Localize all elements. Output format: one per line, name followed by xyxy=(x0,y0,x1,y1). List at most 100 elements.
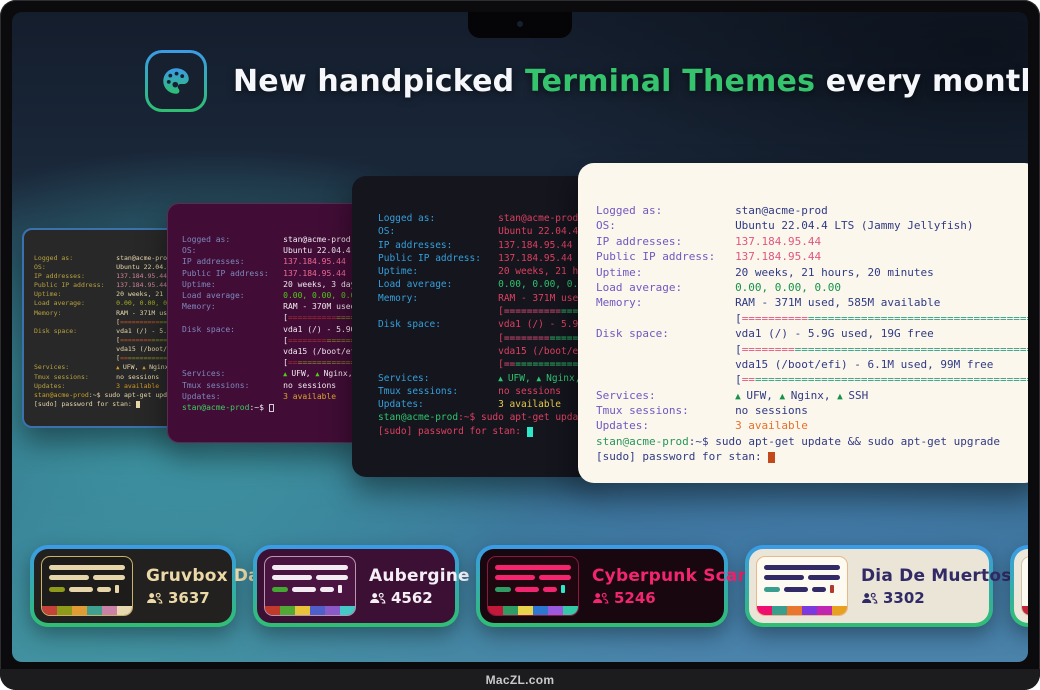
terminal-text-segment: 20 weeks, 21 hours, 20 minutes xyxy=(735,266,934,279)
theme-palette-strip xyxy=(265,606,355,615)
terminal-label: IP addresses: xyxy=(378,239,498,252)
terminal-text-segment: 3 available xyxy=(498,399,561,410)
terminal-text-segment: 137.184.95.44 xyxy=(498,253,572,264)
theme-card-cyberpunk-scarlet[interactable]: Cyberpunk Scarlet 5246 xyxy=(476,545,728,627)
terminal-label: Public IP address: xyxy=(378,252,498,265)
terminal-text-segment: [ xyxy=(735,312,742,325)
terminal-label: Services: xyxy=(378,372,498,385)
palette-strip-color xyxy=(72,606,87,615)
terminal-label: Tmux sessions: xyxy=(596,403,735,418)
terminal-text-segment: RAM - 371M used, 585M available xyxy=(735,296,940,309)
terminal-line: Load average:0.00, 0.00, 0.00 xyxy=(596,280,1028,295)
terminal-text-segment: stan@acme-prod xyxy=(283,235,350,244)
terminal-text-segment: 0.00, 0.00, 0.00 xyxy=(735,281,841,294)
terminal-line: Tmux sessions:no sessions xyxy=(378,385,594,398)
palette-strip-color xyxy=(757,606,772,615)
terminal-label: Updates: xyxy=(182,391,283,402)
terminal-line: vda15 (/boot/efi) - 6.1M used, 99M free xyxy=(34,345,180,354)
palette-strip-color xyxy=(518,606,533,615)
theme-card-aubergine[interactable]: Aubergine 4562 xyxy=(253,545,459,627)
terminal-line: Public IP address:137.184.95.44 xyxy=(182,268,362,279)
terminal-label: Updates: xyxy=(34,382,116,391)
terminal-line: IP addresses:137.184.95.44 xyxy=(378,239,594,252)
terminal-window-dark[interactable]: Logged as:stan@acme-prodOS:Ubuntu 22.04.… xyxy=(352,176,594,477)
palette-strip-color xyxy=(488,606,503,615)
palette-strip-color xyxy=(265,606,280,615)
terminal-label: Public IP address: xyxy=(596,249,735,264)
terminal-label: OS: xyxy=(34,263,116,272)
terminal-line: Uptime:20 weeks, 21 hours, 20 minutes xyxy=(596,265,1028,280)
page-title: New handpicked Terminal Themes every mon… xyxy=(233,64,1028,99)
terminal-line: OS:Ubuntu 22.04.4 LTS (Jammy Jellyfish) xyxy=(34,263,180,272)
terminal-text-segment: ======== xyxy=(288,336,327,345)
terminal-line: Logged as:stan@acme-prod xyxy=(182,234,362,245)
terminal-text-segment: no sessions xyxy=(498,386,561,397)
terminal-line: Logged as:stan@acme-prod xyxy=(378,212,594,225)
theme-thumbnail xyxy=(487,556,579,616)
terminal-label: Logged as: xyxy=(34,254,116,263)
title-part-accent: Terminal Themes xyxy=(525,64,815,99)
terminal-line: OS:Ubuntu 22.04.4 LTS (Jammy Jellyfish) xyxy=(378,225,594,238)
terminal-text-segment: == xyxy=(742,373,755,386)
terminal-text-segment: no sessions xyxy=(116,373,159,381)
palette-strip-color xyxy=(503,606,518,615)
terminal-text-segment: 137.184.95.44 xyxy=(116,281,167,289)
terminal-text-segment: 0.00, 0.00, 0.00 xyxy=(498,279,590,290)
terminal-label: Load average: xyxy=(182,290,283,301)
terminal-line: Disk space:vda1 (/) - 5.9G used, 19G fre… xyxy=(596,326,1028,341)
terminal-text-segment: stan@acme-prod xyxy=(34,391,89,399)
terminal-line: Disk space:vda1 (/) - 5.9G used, 19G fre… xyxy=(182,324,362,335)
terminal-line: Services:▲ UFW, ▲ Nginx, ▲ SSH xyxy=(378,372,594,385)
terminal-label: Disk space: xyxy=(596,326,735,341)
theme-card-gruvbox-dark[interactable]: Gruvbox Dark 3637 xyxy=(30,545,236,627)
terminal-line: [=======================================… xyxy=(596,342,1028,357)
terminal-text-segment: sudo apt-get update && sudo apt-get upgr… xyxy=(715,435,1000,448)
terminal-window-gruvbox[interactable]: Logged as: stan@acme-prod OS:Ubuntu 22.04.… xyxy=(22,228,182,428)
terminal-text-segment: ========== xyxy=(504,306,561,317)
terminal-text-segment: ======== xyxy=(742,343,795,356)
palette-strip-color xyxy=(57,606,72,615)
terminal-line: [=======================================… xyxy=(34,336,180,345)
users-icon xyxy=(592,592,609,604)
terminal-label: Uptime: xyxy=(182,279,283,290)
camera-dot xyxy=(517,21,523,27)
terminal-line: Updates:3 available xyxy=(182,391,362,402)
terminal-text-segment: stan@acme-prod xyxy=(182,403,249,412)
users-icon xyxy=(146,592,163,604)
terminal-line: [=======================================… xyxy=(34,354,180,363)
terminal-line: stan@acme-prod:~$ sudo apt-get update &&… xyxy=(34,391,180,400)
theme-users: 4562 xyxy=(369,589,443,607)
palette-strip-color xyxy=(102,606,117,615)
terminal-text-segment: UFW, xyxy=(746,389,779,402)
terminal-window-light[interactable]: Logged as:stan@acme-prodOS:Ubuntu 22.04.… xyxy=(578,163,1028,483)
terminal-line: Uptime:20 weeks, 21 hours, 20 minutes xyxy=(34,290,180,299)
terminal-line: Tmux sessions:no sessions xyxy=(596,403,1028,418)
theme-card-partial[interactable] xyxy=(1010,545,1028,627)
terminal-text-segment: 137.184.95.44 xyxy=(283,269,346,278)
terminal-text-segment xyxy=(768,452,775,464)
terminal-text-segment: ========================================… xyxy=(755,373,1028,386)
laptop-notch xyxy=(468,12,572,38)
theme-thumbnail xyxy=(756,556,848,616)
terminal-line: Updates:3 available xyxy=(378,398,594,411)
theme-thumbnail xyxy=(41,556,133,616)
terminal-label: IP addresses: xyxy=(596,234,735,249)
terminal-text-segment: stan@acme-prod xyxy=(378,412,458,423)
terminal-line: Updates:3 available xyxy=(34,382,180,391)
terminal-window-aubergine[interactable]: Logged as:stan@acme-prodOS:Ubuntu 22.04.… xyxy=(167,203,363,443)
terminal-text-segment: 3 available xyxy=(116,382,159,390)
theme-card-dia-de-muertos[interactable]: Dia De Muertos 3302 xyxy=(745,545,993,627)
terminal-line: [sudo] password for stan: xyxy=(378,425,594,438)
terminal-line: OS:Ubuntu 22.04.4 LTS (Jammy Jellyfish) xyxy=(596,218,1028,233)
terminal-line: [=======================================… xyxy=(378,358,594,371)
terminal-text-segment: ▲ xyxy=(315,370,323,378)
terminal-line: IP addresses:137.184.95.44 xyxy=(596,234,1028,249)
palette-strip-color xyxy=(533,606,548,615)
terminal-text-segment: vda1 (/) - 5.9G used, 19G free xyxy=(735,327,934,340)
theme-users-count: 3302 xyxy=(883,589,925,607)
terminal-text-segment xyxy=(136,401,140,408)
terminal-text-segment: ========== xyxy=(288,313,336,322)
theme-card-row: Gruvbox Dark 3637 xyxy=(30,545,1028,627)
terminal-line: Tmux sessions:no sessions xyxy=(34,373,180,382)
terminal-text-segment: 137.184.95.44 xyxy=(735,235,821,248)
